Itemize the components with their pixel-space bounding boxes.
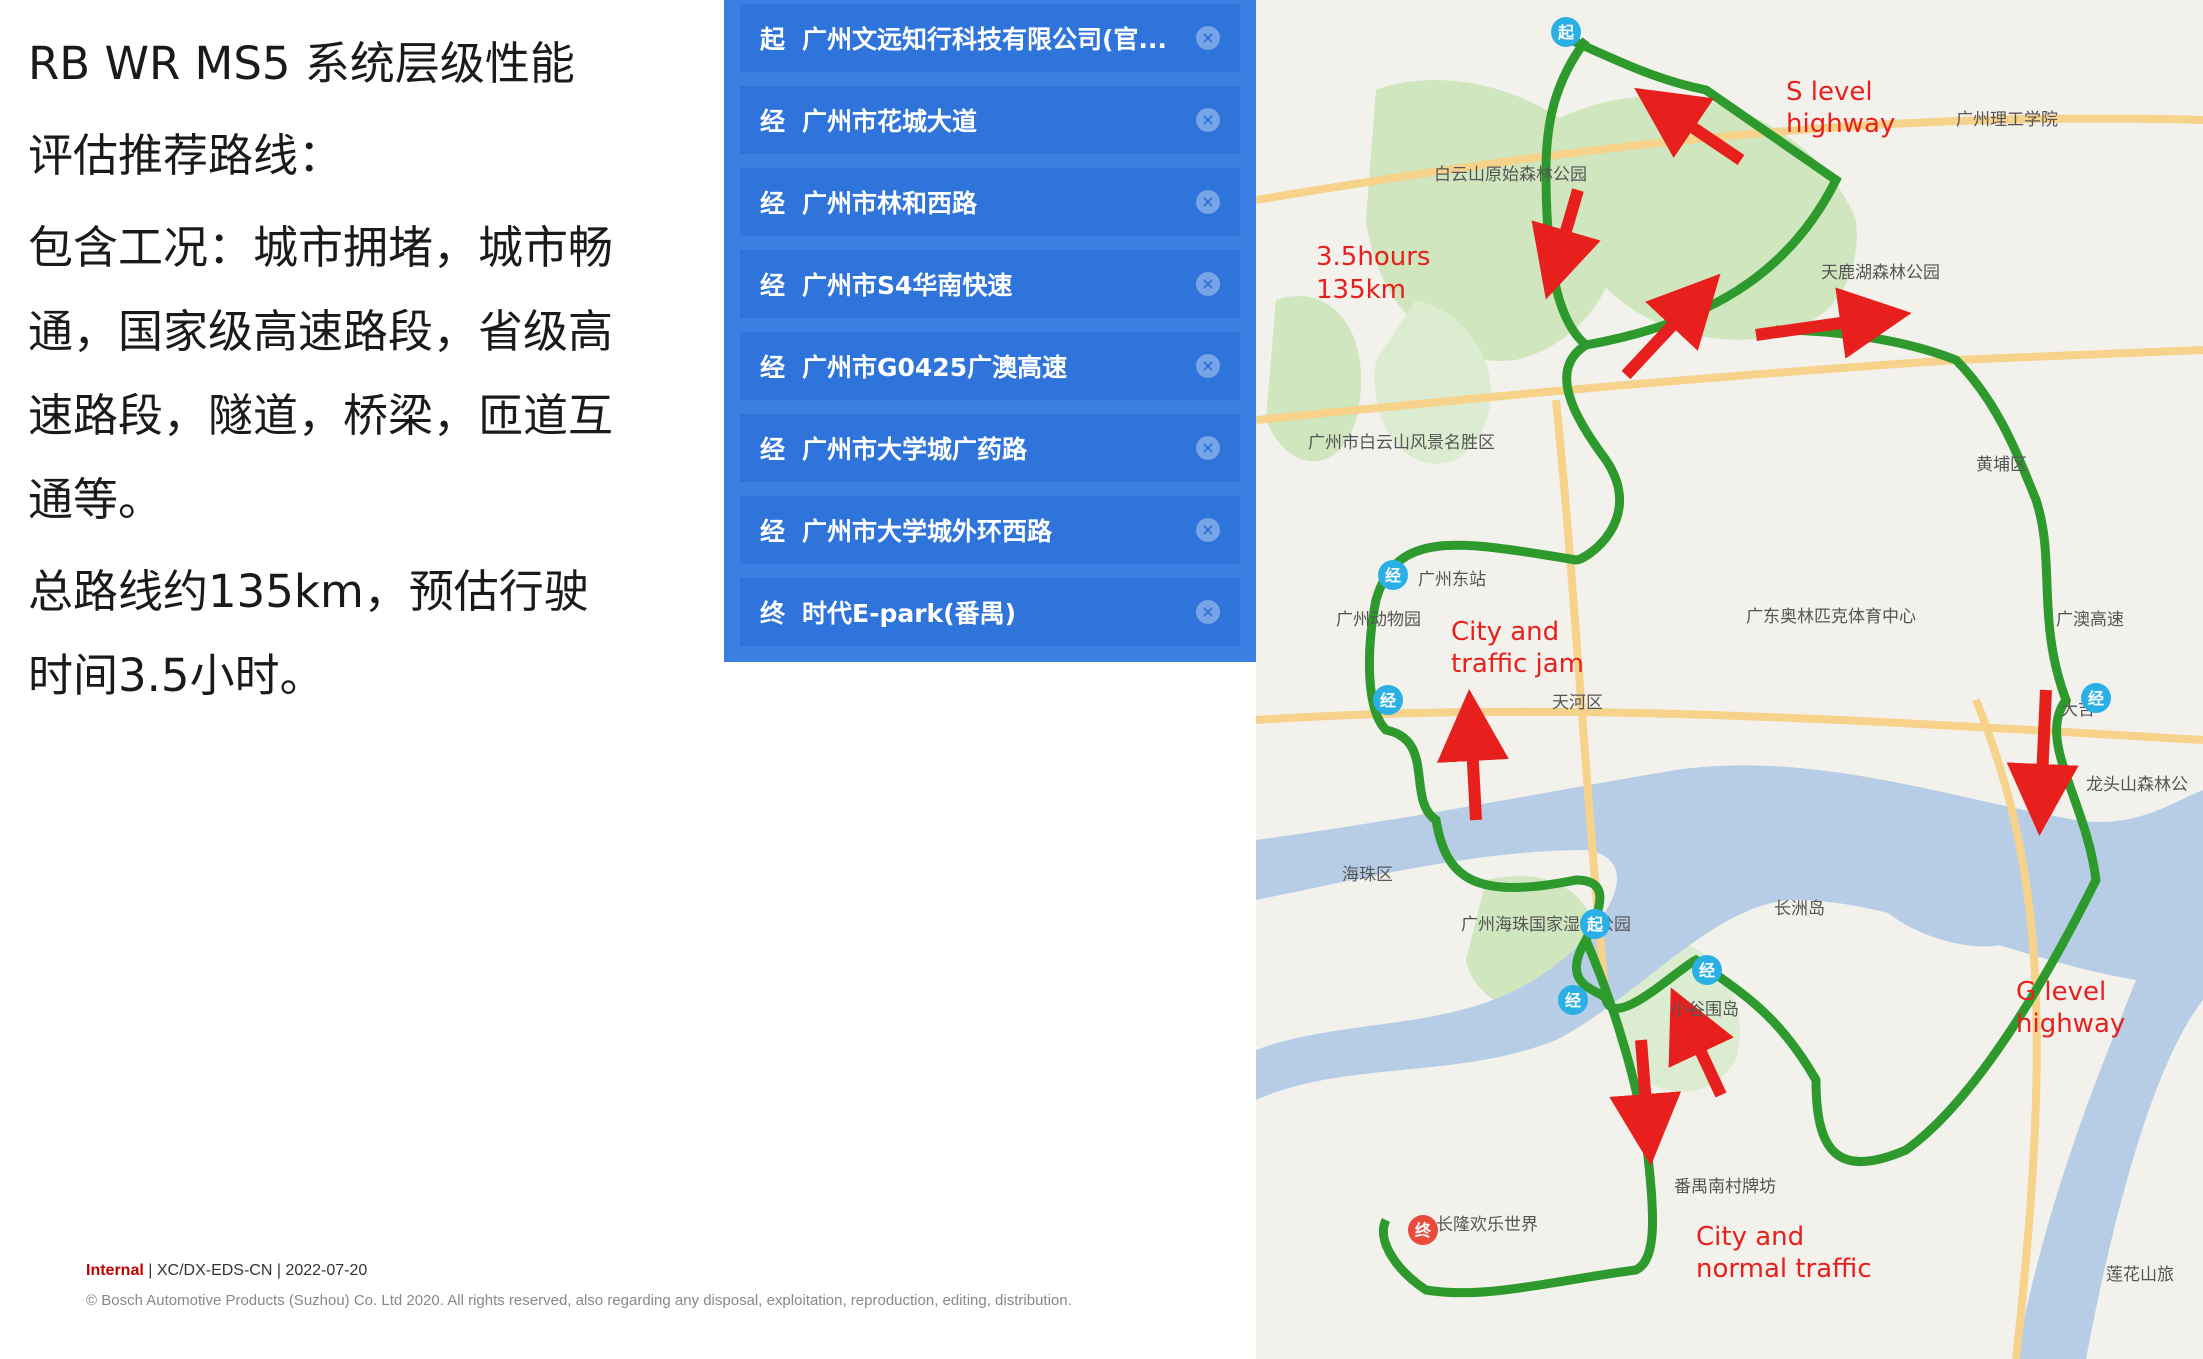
pin-label: 经 [1380, 691, 1396, 710]
pin-label: 起 [1586, 915, 1604, 934]
route-item-via-2[interactable]: 经 广州市林和西路 × [740, 168, 1240, 236]
route-map[interactable]: 广州理工学院 白云山原始森林公园 天鹿湖森林公园 广州市白云山风景名胜区 广州东… [1256, 0, 2203, 1359]
conditions-text: 包含工况：城市拥堵，城市畅通，国家级高速路段，省级高速路段，隧道，桥梁，匝道互通… [28, 221, 614, 526]
route-name: 广州文远知行科技有限公司(官... [802, 25, 1167, 54]
route-item-via-4[interactable]: 经 广州市G0425广澳高速 × [740, 332, 1240, 400]
title-line-1: RB WR MS5 系统层级性能 [28, 37, 575, 90]
annotation-g-level: highway [2016, 1009, 2125, 1039]
place-label: 番禺南村牌坊 [1674, 1177, 1776, 1197]
place-label: 长隆欢乐世界 [1436, 1215, 1538, 1235]
place-label: 广澳高速 [2056, 610, 2124, 630]
footer-info: | XC/DX-EDS-CN | 2022-07-20 [143, 1262, 368, 1279]
pin-label: 经 [1565, 991, 1581, 1010]
annotation-city-normal: City and [1696, 1222, 1804, 1252]
place-label: 广州理工学院 [1956, 110, 2058, 130]
route-name: 时代E-park(番禺) [802, 599, 1017, 628]
place-label: 广州市白云山风景名胜区 [1308, 433, 1495, 453]
route-item-start[interactable]: 起 广州文远知行科技有限公司(官... × [740, 4, 1240, 72]
annotation-city-jam: traffic jam [1451, 649, 1584, 679]
place-label: 广东奥林匹克体育中心 [1746, 607, 1916, 627]
route-tag: 经 [760, 271, 786, 300]
place-label: 海珠区 [1342, 865, 1393, 885]
route-tag: 经 [760, 435, 786, 464]
place-label: 龙头山森林公 [2086, 775, 2188, 795]
place-label: 白云山原始森林公园 [1434, 165, 1587, 185]
place-label: 莲花山旅 [2106, 1265, 2174, 1285]
close-icon[interactable]: × [1196, 108, 1220, 132]
description-text: RB WR MS5 系统层级性能 评估推荐路线： 包含工况：城市拥堵，城市畅通，… [28, 22, 628, 726]
close-icon[interactable]: × [1196, 190, 1220, 214]
route-item-via-3[interactable]: 经 广州市S4华南快速 × [740, 250, 1240, 318]
route-tag: 经 [760, 517, 786, 546]
route-item-via-5[interactable]: 经 广州市大学城广药路 × [740, 414, 1240, 482]
route-tag: 起 [760, 25, 786, 54]
place-label: 黄埔区 [1976, 455, 2027, 475]
footer-internal: Internal [86, 1262, 144, 1279]
place-label: 广州动物园 [1336, 610, 1421, 630]
place-label: 长洲岛 [1774, 899, 1825, 919]
route-name: 广州市G0425广澳高速 [802, 353, 1068, 382]
route-tag: 经 [760, 189, 786, 218]
annotation-duration: 135km [1316, 275, 1406, 305]
annotation-g-level: G level [2016, 977, 2106, 1007]
annotation-duration: 3.5hours [1316, 242, 1430, 272]
copyright: © Bosch Automotive Products (Suzhou) Co.… [86, 1292, 1072, 1309]
pin-label: 经 [2088, 689, 2104, 708]
close-icon[interactable]: × [1196, 436, 1220, 460]
route-name: 广州市大学城外环西路 [802, 517, 1053, 546]
route-item-via-6[interactable]: 经 广州市大学城外环西路 × [740, 496, 1240, 564]
close-icon[interactable]: × [1196, 518, 1220, 542]
summary-text: 总路线约135km，预估行驶时间3.5小时。 [28, 565, 589, 702]
close-icon[interactable]: × [1196, 354, 1220, 378]
close-icon[interactable]: × [1196, 272, 1220, 296]
route-panel: 起 广州文远知行科技有限公司(官... × 经 广州市花城大道 × 经 广州市林… [724, 0, 1256, 662]
route-name: 广州市S4华南快速 [802, 271, 1013, 300]
annotation-s-level: highway [1786, 109, 1895, 139]
pin-label: 起 [1557, 23, 1575, 42]
pin-label: 经 [1699, 961, 1715, 980]
route-name: 广州市林和西路 [802, 189, 978, 218]
place-label: 天河区 [1552, 693, 1603, 713]
route-item-via-1[interactable]: 经 广州市花城大道 × [740, 86, 1240, 154]
footer: Internal | XC/DX-EDS-CN | 2022-07-20 [86, 1262, 367, 1280]
pin-label: 经 [1385, 566, 1401, 585]
title-line-2: 评估推荐路线： [28, 129, 344, 182]
pin-label: 终 [1415, 1221, 1432, 1240]
route-tag: 经 [760, 353, 786, 382]
annotation-s-level: S level [1786, 77, 1873, 107]
route-tag: 终 [760, 599, 786, 628]
place-label: 广州东站 [1418, 570, 1486, 590]
route-name: 广州市花城大道 [802, 107, 978, 136]
place-label: 小谷围岛 [1671, 1000, 1739, 1020]
close-icon[interactable]: × [1196, 26, 1220, 50]
route-tag: 经 [760, 107, 786, 136]
annotation-city-jam: City and [1451, 617, 1559, 647]
annotation-city-normal: normal traffic [1696, 1254, 1872, 1284]
route-name: 广州市大学城广药路 [802, 435, 1028, 464]
route-item-end[interactable]: 终 时代E-park(番禺) × [740, 578, 1240, 646]
close-icon[interactable]: × [1196, 600, 1220, 624]
place-label: 天鹿湖森林公园 [1821, 263, 1940, 283]
